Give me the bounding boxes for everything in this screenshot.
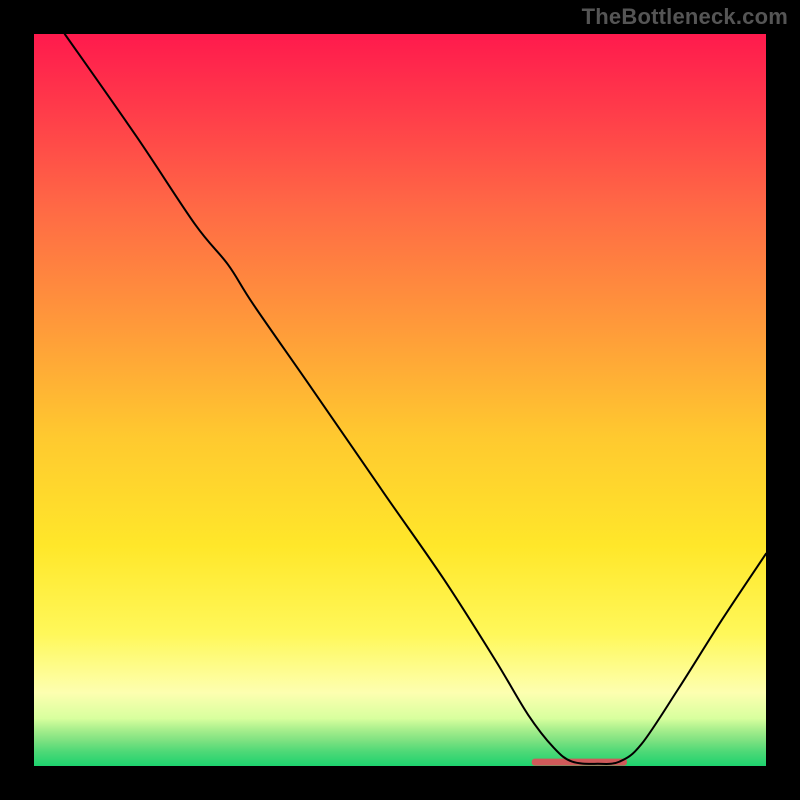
watermark-text: TheBottleneck.com bbox=[582, 4, 788, 30]
optimal-range-marker bbox=[532, 759, 627, 766]
chart-container: TheBottleneck.com bbox=[0, 0, 800, 800]
chart-svg bbox=[34, 34, 766, 766]
plot-area bbox=[34, 34, 766, 766]
gradient-background bbox=[34, 34, 766, 766]
